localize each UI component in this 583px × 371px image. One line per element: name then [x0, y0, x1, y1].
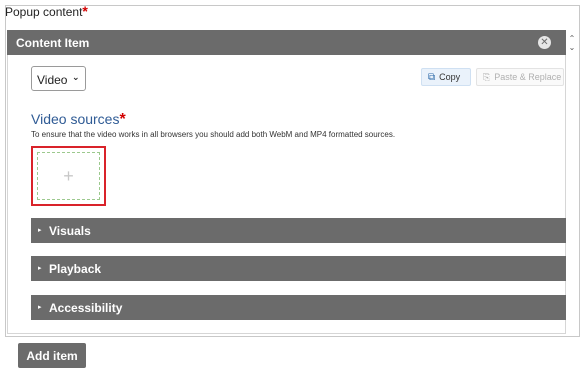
copy-button[interactable]: ⧉ Copy — [421, 68, 471, 86]
section-label: Playback — [49, 262, 102, 276]
add-item-button[interactable]: Add item — [18, 343, 86, 368]
section-label: Visuals — [49, 224, 91, 238]
section-visuals[interactable]: ▸ Visuals — [31, 218, 566, 243]
add-video-source-highlight[interactable]: + — [31, 146, 106, 206]
chevron-right-icon: ▸ — [38, 227, 42, 234]
content-type-select[interactable]: Video ⌄ — [31, 66, 86, 91]
copy-button-label: Copy — [439, 72, 461, 82]
content-item-title: Content Item — [16, 36, 90, 50]
close-icon[interactable]: ✕ — [538, 36, 551, 49]
paste-replace-label: Paste & Replace — [494, 72, 562, 82]
paste-replace-button[interactable]: ⎘ Paste & Replace — [476, 68, 564, 86]
content-item-header[interactable]: Content Item ✕ — [7, 30, 566, 55]
popup-content-label-text: Popup content — [5, 5, 83, 19]
copy-icon: ⧉ — [428, 71, 436, 83]
reorder-control[interactable]: ⌃ ⌄ — [566, 30, 578, 55]
paste-icon: ⎘ — [483, 71, 491, 82]
chevron-right-icon: ▸ — [38, 304, 42, 311]
add-video-source-button[interactable]: + — [37, 152, 100, 200]
section-label: Accessibility — [49, 301, 123, 315]
video-sources-description: To ensure that the video works in all br… — [31, 130, 396, 139]
content-type-value: Video — [37, 73, 68, 87]
required-marker: * — [119, 111, 126, 128]
video-sources-title: Video sources* — [31, 111, 126, 129]
plus-icon: + — [63, 165, 74, 186]
required-marker: * — [82, 3, 88, 19]
video-sources-title-text: Video sources — [31, 111, 120, 127]
popup-content-label: Popup content* — [5, 3, 88, 19]
chevron-right-icon: ▸ — [38, 265, 42, 272]
section-playback[interactable]: ▸ Playback — [31, 256, 566, 281]
move-up-icon[interactable]: ⌃ — [569, 34, 576, 43]
chevron-down-icon: ⌄ — [72, 72, 80, 82]
move-down-icon[interactable]: ⌄ — [569, 43, 576, 52]
section-accessibility[interactable]: ▸ Accessibility — [31, 295, 566, 320]
